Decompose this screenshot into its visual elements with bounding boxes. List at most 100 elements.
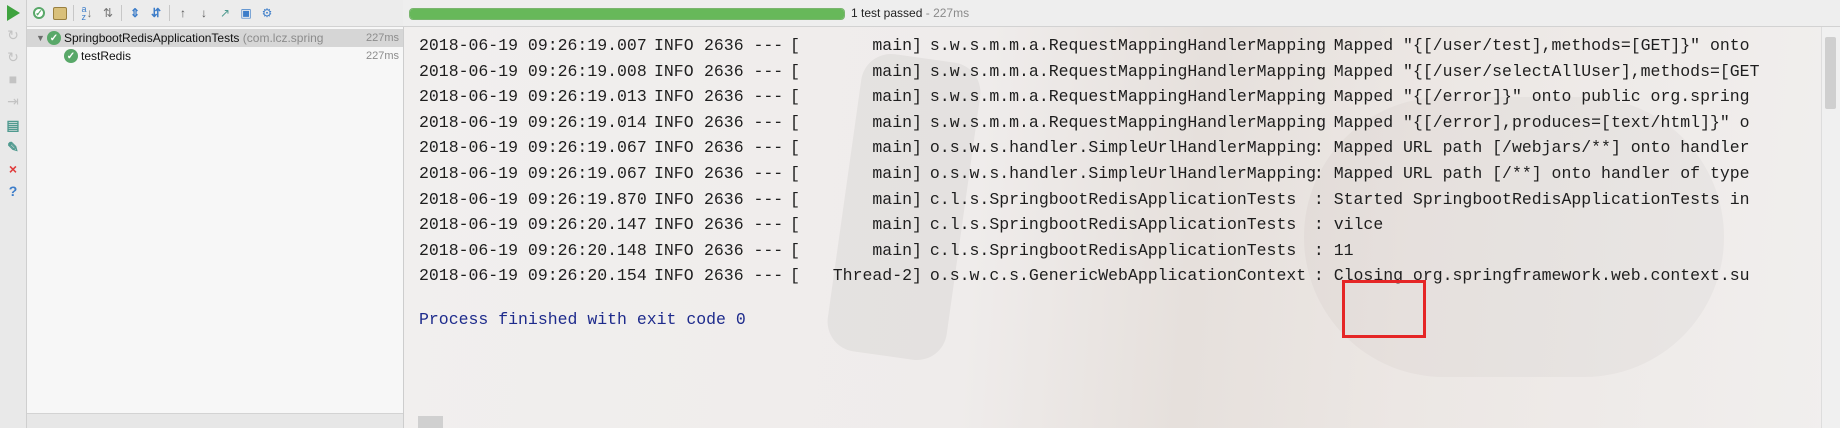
console-log-line: 2018-06-19 09:26:19.014 INFO 2636 --- [main…: [419, 113, 1750, 137]
log-timestamp: 2018-06-19 09:26:20.147: [419, 215, 647, 235]
pin-icon[interactable]: ✎: [4, 138, 22, 156]
close-icon[interactable]: ×: [4, 160, 22, 178]
log-timestamp: 2018-06-19 09:26:20.148: [419, 240, 647, 260]
log-thread-bracket: [: [790, 138, 800, 158]
log-message: : Mapped URL path [/webjars/**] onto han…: [1313, 138, 1750, 158]
test-tree-toolbar: ✓ a z ↓ ⇅ ⇕ ⇵ ↑ ↓ ↗ ▣ ⚙: [27, 0, 403, 27]
next-icon[interactable]: ↓: [195, 4, 213, 22]
progress-fill: [410, 9, 844, 19]
log-timestamp: 2018-06-19 09:26:19.014: [419, 112, 647, 132]
log-level: INFO: [654, 189, 694, 209]
log-timestamp: 2018-06-19 09:26:20.154: [419, 266, 647, 286]
run-icon[interactable]: [4, 4, 22, 22]
passed-icon: ✓: [64, 49, 78, 63]
log-thread-bracket: [: [790, 87, 800, 107]
sort-alpha-icon[interactable]: a z ↓: [78, 4, 96, 22]
expand-all-icon[interactable]: ⇕: [126, 4, 144, 22]
scrollbar-thumb[interactable]: [1825, 37, 1836, 109]
log-pid: 2636 ---: [704, 36, 784, 55]
log-thread: main]: [872, 240, 922, 260]
test-class-time: 227ms: [365, 32, 399, 44]
log-level: INFO: [654, 215, 694, 235]
test-status-text: 1 test passed - 227ms: [851, 6, 969, 20]
exit-icon[interactable]: ⇥: [4, 92, 22, 110]
process-exit-message: Process finished with exit code 0: [419, 310, 746, 329]
log-level: INFO: [654, 61, 694, 81]
log-thread: main]: [872, 164, 922, 183]
console-vertical-scrollbar[interactable]: [1821, 27, 1840, 428]
log-thread: main]: [872, 36, 922, 55]
log-thread: main]: [872, 189, 922, 209]
log-logger: c.l.s.SpringbootRedisApplicationTests: [929, 189, 1297, 209]
chevron-down-icon[interactable]: ▼: [36, 33, 45, 43]
export-icon[interactable]: ↗: [216, 4, 234, 22]
rerun-failed-icon[interactable]: ↻: [4, 48, 22, 66]
log-pid: 2636 ---: [704, 87, 784, 107]
log-level: INFO: [654, 112, 694, 132]
log-level: INFO: [654, 240, 694, 260]
console-horizontal-scrollbar[interactable]: [418, 416, 443, 428]
log-logger: o.s.w.c.s.GenericWebApplicationContext: [929, 266, 1307, 286]
settings-icon[interactable]: ⚙: [258, 4, 276, 22]
log-level: INFO: [654, 36, 694, 55]
log-logger: c.l.s.SpringbootRedisApplicationTests: [929, 240, 1297, 260]
log-timestamp: 2018-06-19 09:26:19.067: [419, 138, 647, 158]
log-thread: main]: [872, 87, 922, 107]
sort-duration-icon[interactable]: ⇅: [99, 4, 117, 22]
log-message: : vilce: [1313, 215, 1384, 235]
log-thread-bracket: [: [790, 61, 800, 81]
log-timestamp: 2018-06-19 09:26:19.067: [419, 164, 647, 183]
console-log-line: 2018-06-19 09:26:19.067 INFO 2636 --- [main…: [419, 164, 1750, 188]
log-logger: c.l.s.SpringbootRedisApplicationTests: [929, 215, 1297, 235]
layout-icon[interactable]: ▤: [4, 116, 22, 134]
tree-root-row[interactable]: ▼ ✓ SpringbootRedisApplicationTests (com…: [27, 29, 403, 47]
log-message: : Mapped URL path [/**] onto handler of …: [1313, 164, 1750, 183]
tree-child-row[interactable]: ✓ testRedis 227ms: [27, 47, 403, 65]
console-log-line: 2018-06-19 09:26:20.154 INFO 2636 --- [Thre…: [419, 266, 1750, 290]
log-logger: o.s.w.s.handler.SimpleUrlHandlerMapping: [929, 138, 1317, 158]
console-log-line: 2018-06-19 09:26:19.007 INFO 2636 --- [ main…: [419, 36, 1750, 60]
log-thread-bracket: [: [790, 112, 800, 132]
test-results-tree: ▼ ✓ SpringbootRedisApplicationTests (com…: [27, 27, 404, 428]
log-thread-bracket: [: [790, 189, 800, 209]
test-progress-bar: [409, 8, 845, 20]
status-separator: -: [922, 6, 934, 20]
show-passed-icon[interactable]: ✓: [30, 4, 48, 22]
annotation-highlight-box: [1342, 280, 1426, 338]
status-duration: 227ms: [933, 6, 970, 20]
log-message: : 11: [1313, 240, 1354, 260]
collapse-all-icon[interactable]: ⇵: [147, 4, 165, 22]
log-level: INFO: [654, 87, 694, 107]
log-pid: 2636 ---: [704, 240, 784, 260]
log-level: INFO: [654, 266, 694, 286]
log-message: : Mapped "{[/error],produces=[text/html]…: [1313, 112, 1750, 132]
console-log-line: 2018-06-19 09:26:19.013 INFO 2636 --- [main…: [419, 87, 1750, 111]
log-thread: Thread-2]: [832, 266, 922, 286]
log-thread-bracket: [: [790, 36, 800, 55]
log-logger: s.w.s.m.m.a.RequestMappingHandlerMapping: [929, 112, 1326, 132]
console-log-line: 2018-06-19 09:26:20.147 INFO 2636 --- [main…: [419, 215, 1383, 239]
rerun-icon[interactable]: ↻: [4, 26, 22, 44]
log-pid: 2636 ---: [704, 189, 784, 209]
console-log-line: 2018-06-19 09:26:19.870 INFO 2636 --- [main…: [419, 190, 1750, 214]
log-message: : Mapped "{[/user/test],methods=[GET]}" …: [1313, 36, 1750, 55]
log-pid: 2636 ---: [704, 138, 784, 158]
console-log-line: 2018-06-19 09:26:19.008 INFO 2636 --- [main…: [419, 62, 1759, 86]
console-log-line: 2018-06-19 09:26:20.148 INFO 2636 --- [ main…: [419, 241, 1354, 265]
show-ignored-icon[interactable]: [51, 4, 69, 22]
log-timestamp: 2018-06-19 09:26:19.007: [419, 36, 647, 55]
console-output[interactable]: 2018-06-19 09:26:19.007 INFO 2636 --- [ main…: [404, 27, 1840, 428]
log-level: INFO: [654, 164, 694, 183]
log-thread-bracket: [: [790, 164, 800, 183]
previous-icon[interactable]: ↑: [174, 4, 192, 22]
stop-icon[interactable]: ■: [4, 70, 22, 88]
import-icon[interactable]: ▣: [237, 4, 255, 22]
help-icon[interactable]: ?: [4, 182, 22, 200]
log-logger: s.w.s.m.m.a.RequestMappingHandlerMapping: [929, 87, 1326, 107]
log-level: INFO: [654, 138, 694, 158]
tree-horizontal-scrollbar[interactable]: [27, 413, 403, 428]
console-log-line: 2018-06-19 09:26:19.067 INFO 2636 --- [main…: [419, 138, 1750, 162]
log-pid: 2636 ---: [704, 112, 784, 132]
log-logger: s.w.s.m.m.a.RequestMappingHandlerMapping: [929, 36, 1326, 55]
log-thread-bracket: [: [790, 240, 800, 260]
